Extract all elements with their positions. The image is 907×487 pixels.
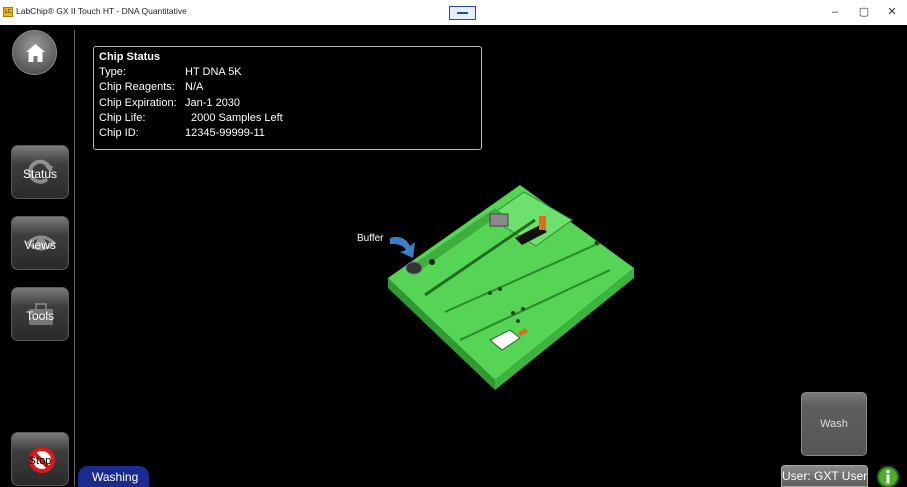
minimize-button[interactable]: – [826, 4, 844, 20]
chip-id-label: Chip ID: [99, 126, 139, 139]
chip-status-title: Chip Status [99, 51, 161, 63]
chip-life-row: Chip Life: 2000 Samples Left [99, 111, 476, 126]
home-icon [26, 44, 45, 62]
buffer-well-mark [429, 259, 435, 265]
chip-reagents-value: N/A [185, 81, 204, 94]
tools-button[interactable]: Tools [11, 287, 69, 341]
chip-expiration-label: Chip Expiration: [99, 96, 177, 109]
title-bar: LC LabChip® GX II Touch HT - DNA Quantit… [0, 0, 907, 25]
buffer-arrow-icon [390, 237, 415, 258]
chip-id-row: Chip ID: 12345-99999-11 [99, 126, 476, 141]
home-button[interactable] [12, 30, 57, 75]
stop-button-label: Stop [28, 455, 52, 467]
chip-dot-3 [511, 311, 515, 315]
status-button-label: Status [22, 167, 58, 181]
sidebar-divider [74, 30, 75, 486]
chip-dot-2 [498, 287, 502, 291]
status-indicator: Washing [78, 466, 149, 487]
chip-render [388, 185, 634, 390]
wash-button[interactable]: Wash [801, 392, 867, 456]
chip-dot-5 [516, 319, 520, 323]
chip-type-row: Type: HT DNA 5K [99, 65, 476, 80]
chip-dot-1 [488, 291, 492, 295]
chip-status-panel: Chip Status Type: HT DNA 5K Chip Reagent… [93, 46, 482, 150]
chip-connector [489, 213, 509, 227]
maximize-button[interactable]: ▢ [855, 4, 873, 20]
status-button[interactable]: Status [11, 145, 69, 199]
views-button[interactable]: Views [11, 216, 69, 270]
chip-reagents-row: Chip Reagents: N/A [99, 80, 476, 95]
keyboard-toggle-button[interactable] [449, 6, 476, 20]
chip-orange-tab [539, 216, 546, 230]
window-title: LabChip® GX II Touch HT - DNA Quantitati… [16, 6, 187, 16]
stop-button[interactable]: Stop [11, 432, 69, 486]
views-button-label: Views [24, 238, 56, 252]
chip-dot-6 [594, 240, 600, 246]
chip-dot-4 [521, 307, 525, 311]
tools-button-label: Tools [25, 309, 54, 323]
chip-expiration-value: Jan-1 2030 [185, 96, 241, 109]
chip-type-label: Type: [99, 66, 126, 79]
chip-reagents-label: Chip Reagents: [99, 81, 175, 94]
chip-life-value: 2000 Samples Left [191, 111, 283, 124]
close-button[interactable]: ✕ [883, 4, 901, 20]
app-icon: LC [3, 7, 13, 17]
buffer-well [405, 261, 423, 275]
chip-type-value: HT DNA 5K [185, 66, 242, 79]
info-icon[interactable] [876, 465, 900, 487]
chip-expiration-row: Chip Expiration: Jan-1 2030 [99, 96, 476, 111]
chip-id-value: 12345-99999-11 [185, 126, 265, 139]
chip-life-label: Chip Life: [99, 111, 146, 124]
user-button[interactable]: User: GXT User [781, 465, 868, 487]
